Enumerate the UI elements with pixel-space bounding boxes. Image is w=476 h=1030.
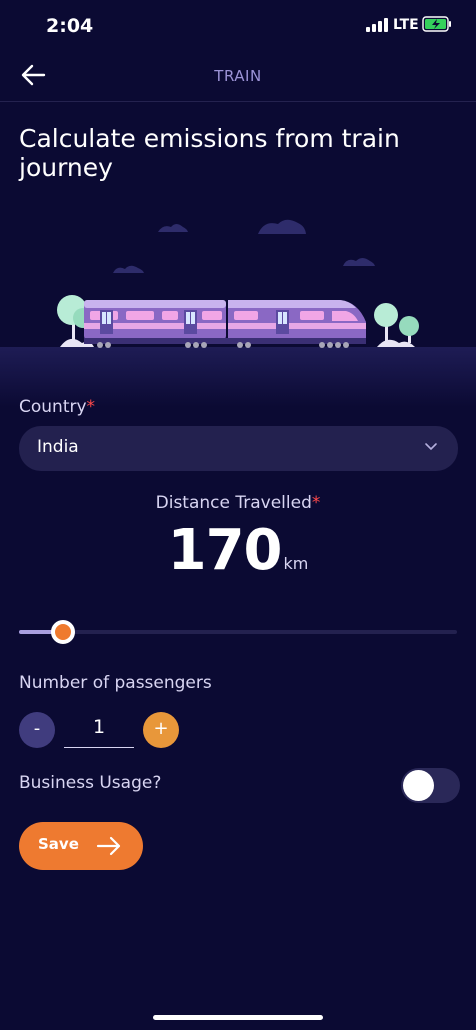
country-select[interactable]: India [19,426,458,471]
home-indicator [153,1015,323,1020]
battery-icon [422,16,451,32]
header-title: TRAIN [214,67,262,85]
distance-display: 170 km [0,518,476,583]
business-usage-label: Business Usage? [19,773,162,793]
distance-slider[interactable] [19,618,457,646]
distance-value: 170 [167,518,283,583]
toggle-knob [403,770,434,801]
page-title: Calculate emissions from train journey [19,124,400,182]
slider-track [19,630,457,634]
business-usage-toggle[interactable] [401,768,460,803]
clouds [113,219,375,273]
screen: 2:04 LTE TRAIN Calculate emissions from … [0,0,476,1030]
country-value: India [37,437,79,457]
required-mark: * [311,493,321,513]
save-label: Save [38,835,79,853]
slider-thumb[interactable] [51,620,75,644]
passenger-count-input[interactable]: 1 [64,712,134,748]
country-label-text: Country [19,397,87,417]
train-illustration [57,219,419,348]
distance-label-text: Distance Travelled [155,493,312,513]
status-time: 2:04 [46,15,94,37]
chevron-down-icon [425,443,437,451]
right-trees [374,303,419,347]
status-bar: 2:04 LTE [0,0,476,52]
decrease-passengers-button[interactable]: - [19,712,55,748]
required-mark: * [86,397,96,417]
passengers-label: Number of passengers [19,673,212,693]
app-header: TRAIN [0,52,476,102]
distance-label: Distance Travelled* [0,493,476,513]
increase-passengers-button[interactable]: + [143,712,179,748]
distance-unit: km [283,554,309,573]
save-button[interactable]: Save [19,822,143,870]
network-label: LTE [393,17,419,33]
country-label: Country* [19,397,95,417]
train [84,300,366,348]
arrow-right-icon [96,836,121,856]
signal-icon [366,18,388,32]
